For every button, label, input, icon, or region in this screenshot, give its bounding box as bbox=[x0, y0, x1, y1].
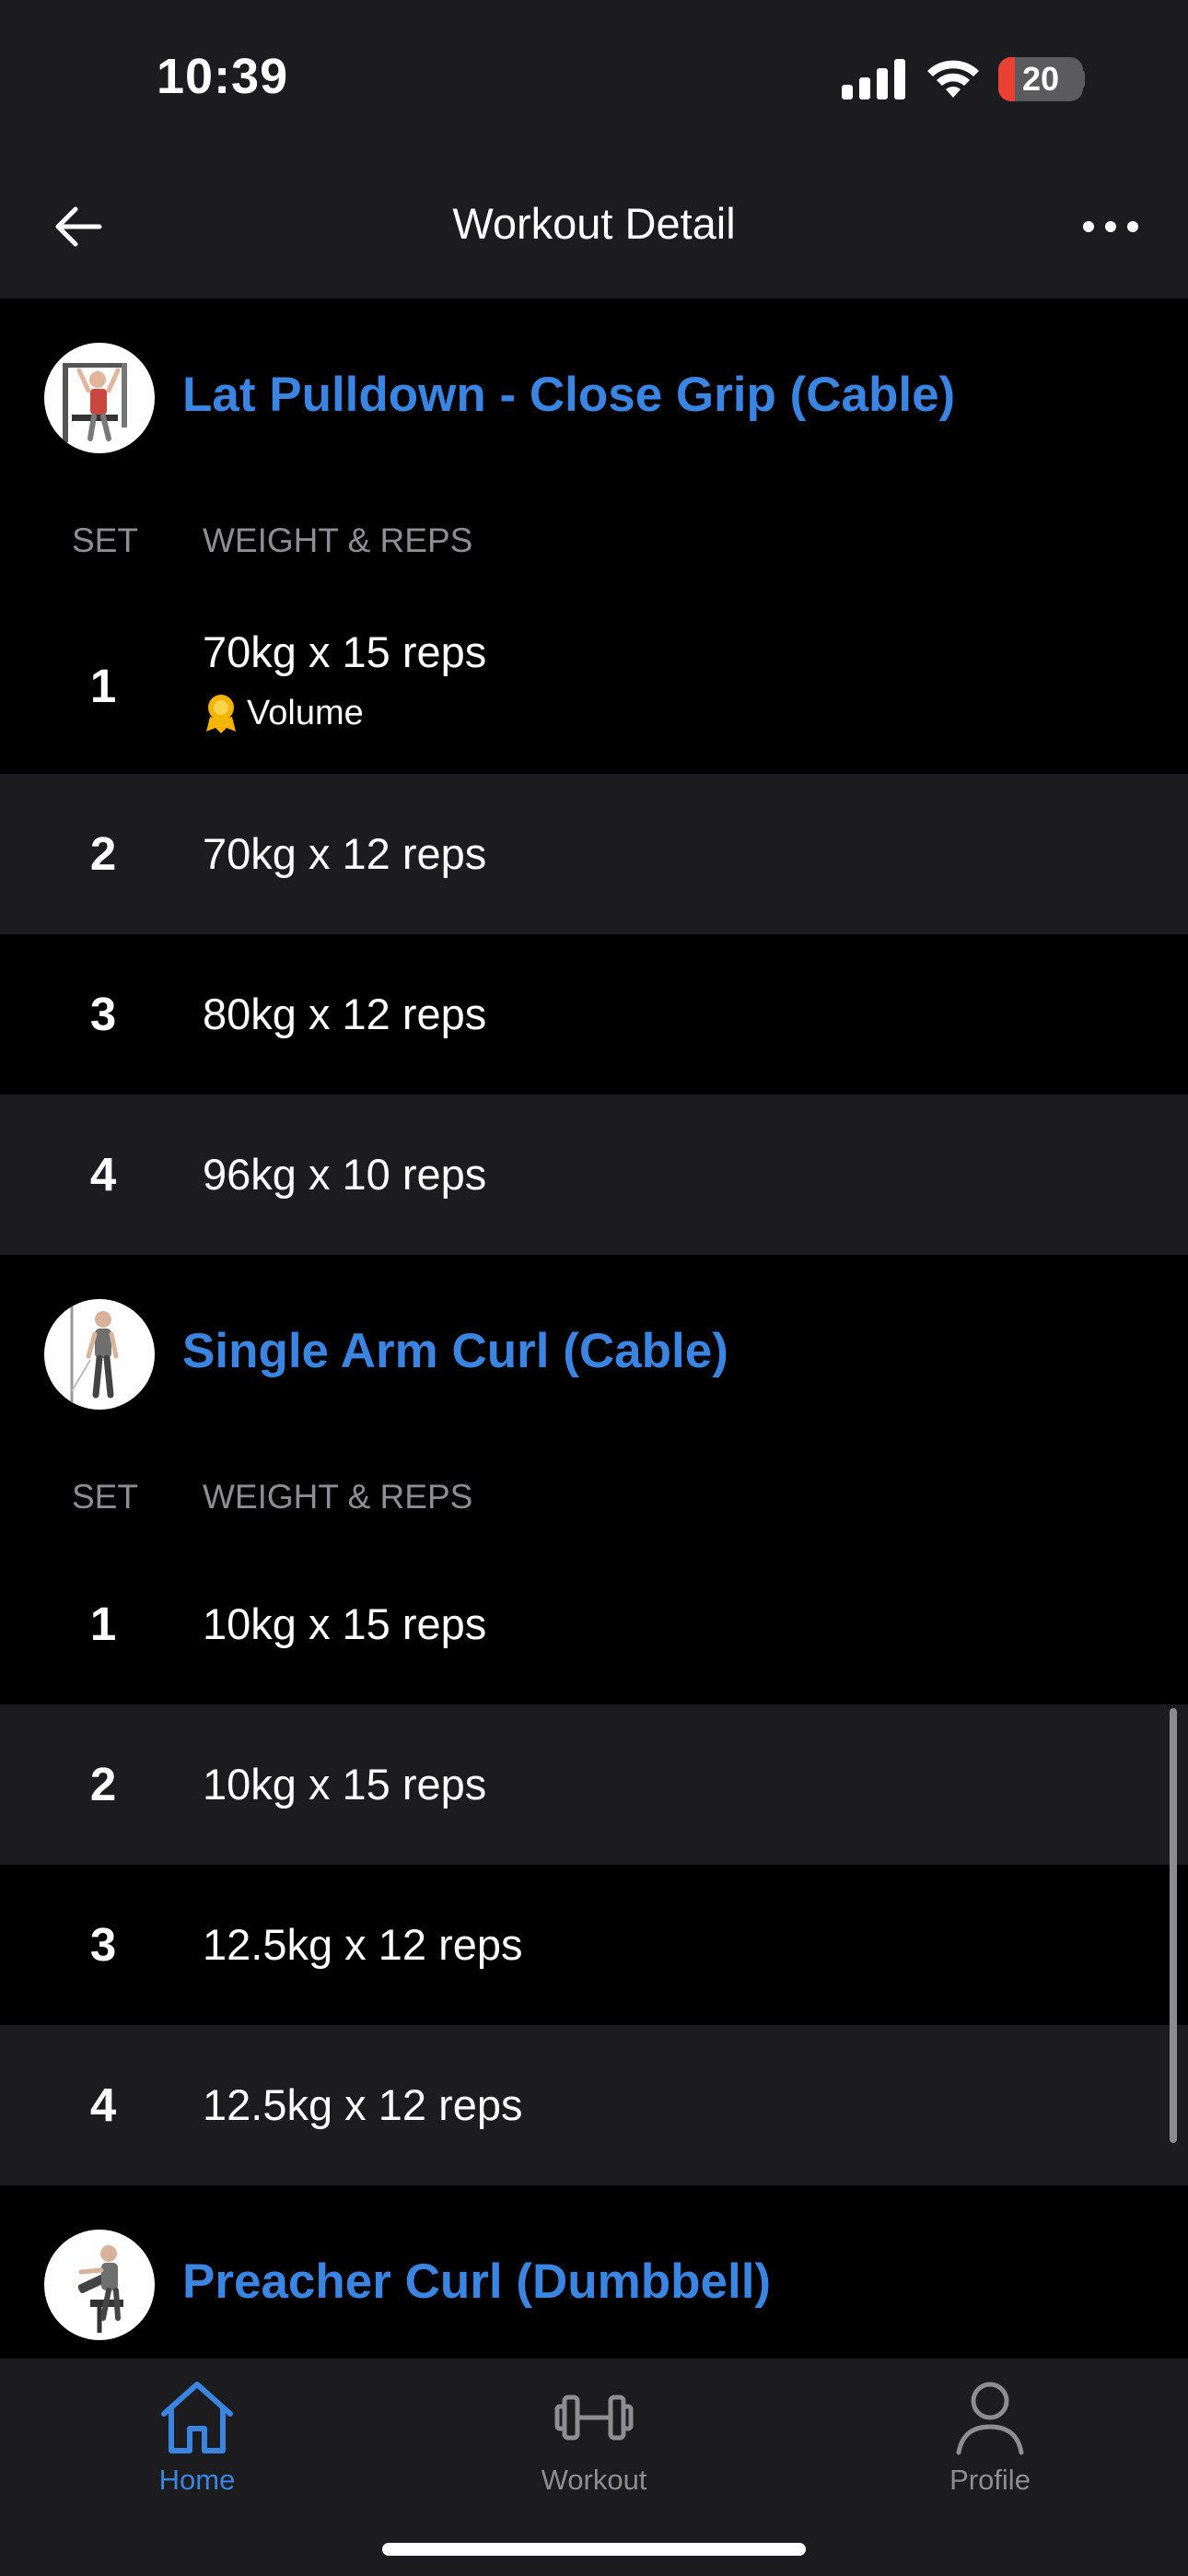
column-headers: SET WEIGHT & REPS bbox=[0, 1458, 1188, 1544]
exercise-block: Single Arm Curl (Cable) SET WEIGHT & REP… bbox=[0, 1255, 1188, 2185]
set-weight-reps: 70kg x 15 reps bbox=[203, 627, 487, 676]
medal-icon bbox=[206, 695, 236, 733]
more-options-icon[interactable] bbox=[1077, 193, 1144, 260]
set-row: 1 70kg x 15 reps Volume bbox=[0, 588, 1188, 774]
page-title: Workout Detail bbox=[452, 199, 736, 248]
exercise-header[interactable]: Preacher Curl (Dumbbell) bbox=[0, 2185, 1188, 2359]
set-number: 1 bbox=[89, 1598, 117, 1650]
exercise-header[interactable]: Single Arm Curl (Cable) bbox=[0, 1255, 1188, 1458]
column-headers: SET WEIGHT & REPS bbox=[0, 501, 1188, 588]
set-row: 4 12.5kg x 12 reps bbox=[0, 2025, 1188, 2185]
exercise-header[interactable]: Lat Pulldown - Close Grip (Cable) bbox=[0, 299, 1188, 501]
workout-content[interactable]: Lat Pulldown - Close Grip (Cable) SET WE… bbox=[0, 299, 1188, 2359]
set-weight-reps: 10kg x 15 reps bbox=[203, 1760, 487, 1809]
tab-home[interactable]: Home bbox=[77, 2377, 317, 2506]
exercise-thumbnail[interactable] bbox=[44, 2230, 155, 2340]
dumbbell-icon bbox=[554, 2395, 634, 2441]
set-row: 3 80kg x 12 reps bbox=[0, 934, 1188, 1095]
profile-icon bbox=[956, 2382, 1024, 2455]
home-indicator[interactable] bbox=[382, 2543, 806, 2556]
exercise-thumbnail[interactable] bbox=[44, 343, 155, 453]
set-number: 4 bbox=[89, 1148, 117, 1200]
tab-bar: Home Workout Profile bbox=[0, 2359, 1188, 2576]
exercise-thumbnail[interactable] bbox=[44, 1299, 155, 1410]
exercise-block: Lat Pulldown - Close Grip (Cable) SET WE… bbox=[0, 299, 1188, 1255]
personal-record-badge: Volume bbox=[203, 693, 364, 733]
set-row: 3 12.5kg x 12 reps bbox=[0, 1865, 1188, 2025]
set-weight-reps: 10kg x 15 reps bbox=[203, 1599, 487, 1648]
battery-tip bbox=[1079, 70, 1085, 88]
wifi-icon bbox=[927, 60, 979, 98]
set-weight-reps: 70kg x 12 reps bbox=[203, 829, 487, 878]
set-number: 3 bbox=[89, 988, 117, 1040]
set-weight-reps: 12.5kg x 12 reps bbox=[203, 2080, 523, 2129]
set-column-header: SET bbox=[72, 521, 138, 559]
set-weight-reps: 96kg x 10 reps bbox=[203, 1150, 487, 1199]
battery-indicator: 20 bbox=[998, 57, 1083, 101]
weight-reps-column-header: WEIGHT & REPS bbox=[203, 521, 473, 559]
back-arrow-icon[interactable] bbox=[46, 193, 112, 260]
tab-label: Profile bbox=[949, 2464, 1031, 2496]
exercise-block: Preacher Curl (Dumbbell) bbox=[0, 2185, 1188, 2359]
exercise-title[interactable]: Lat Pulldown - Close Grip (Cable) bbox=[182, 367, 955, 423]
status-time: 10:39 bbox=[157, 49, 289, 104]
badge-label: Volume bbox=[247, 693, 364, 732]
tab-workout[interactable]: Workout bbox=[474, 2377, 714, 2506]
set-number: 2 bbox=[89, 1758, 117, 1810]
set-weight-reps: 80kg x 12 reps bbox=[203, 989, 487, 1038]
set-number: 1 bbox=[89, 660, 117, 712]
nav-bar: Workout Detail bbox=[0, 157, 1188, 299]
set-column-header: SET bbox=[72, 1478, 138, 1516]
battery-percentage: 20 bbox=[1021, 60, 1060, 98]
scrollbar[interactable] bbox=[1170, 1708, 1177, 2143]
tab-profile[interactable]: Profile bbox=[870, 2377, 1110, 2506]
cable-curl-figure-icon bbox=[70, 1306, 119, 1402]
weight-reps-column-header: WEIGHT & REPS bbox=[203, 1478, 473, 1516]
tab-label: Workout bbox=[541, 2464, 647, 2496]
set-weight-reps: 12.5kg x 12 reps bbox=[203, 1920, 523, 1969]
home-icon bbox=[161, 2382, 233, 2453]
status-bar: 10:39 20 bbox=[0, 0, 1188, 157]
set-row: 1 10kg x 15 reps bbox=[0, 1544, 1188, 1704]
lat-pulldown-figure-icon bbox=[63, 363, 127, 442]
set-number: 2 bbox=[89, 827, 117, 880]
exercise-title[interactable]: Single Arm Curl (Cable) bbox=[182, 1323, 728, 1379]
exercise-title[interactable]: Preacher Curl (Dumbbell) bbox=[182, 2254, 771, 2310]
cellular-signal-icon bbox=[842, 59, 905, 100]
set-row: 2 70kg x 12 reps bbox=[0, 774, 1188, 934]
preacher-curl-figure-icon bbox=[77, 2245, 123, 2333]
set-row: 2 10kg x 15 reps bbox=[0, 1704, 1188, 1865]
set-number: 3 bbox=[89, 1918, 117, 1971]
set-number: 4 bbox=[89, 2078, 117, 2131]
set-row: 4 96kg x 10 reps bbox=[0, 1095, 1188, 1255]
tab-label: Home bbox=[158, 2464, 236, 2496]
